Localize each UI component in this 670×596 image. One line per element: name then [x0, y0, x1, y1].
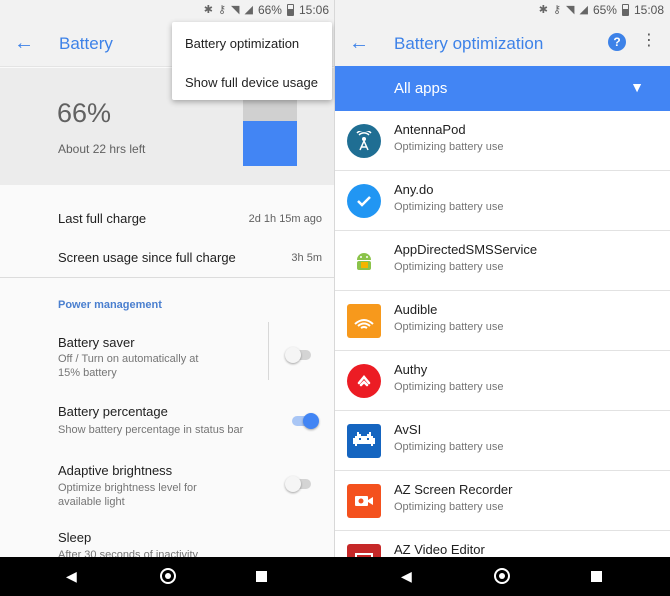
last-full-charge-label[interactable]: Last full charge: [58, 211, 146, 226]
signal-icon: ◢: [579, 4, 588, 16]
help-icon[interactable]: ?: [608, 33, 626, 51]
screen-usage-label[interactable]: Screen usage since full charge: [58, 250, 236, 265]
nav-back-icon[interactable]: ◀: [401, 567, 412, 585]
battery-settings-screen: ✱ ⚷ ◥ ◢ 66% 15:06 ← Battery 66% About 22…: [0, 0, 335, 557]
authy-app-icon: [347, 364, 381, 398]
battery-percentage-toggle[interactable]: [290, 412, 320, 430]
battery-saver-subtitle: Off / Turn on automatically at 15% batte…: [58, 353, 199, 379]
app-status: Optimizing battery use: [394, 261, 504, 273]
divider: [0, 277, 335, 278]
app-bar: ← Battery optimization ? ⋮: [335, 21, 670, 67]
camera-app-icon: [347, 484, 381, 518]
chevron-down-icon: ▼: [630, 79, 644, 95]
check-app-icon: [347, 184, 381, 218]
app-status: Optimizing battery use: [394, 321, 504, 333]
nav-recents-icon[interactable]: [256, 571, 267, 582]
app-row-avsi[interactable]: AvSI Optimizing battery use: [335, 411, 670, 471]
app-row-az-screen-recorder[interactable]: AZ Screen Recorder Optimizing battery use: [335, 471, 670, 531]
invader-app-icon: [347, 424, 381, 458]
app-row-authy[interactable]: Authy Optimizing battery use: [335, 351, 670, 411]
toggle-thumb: [303, 413, 319, 429]
app-row-audible[interactable]: Audible Optimizing battery use: [335, 291, 670, 351]
last-full-charge-value: 2d 1h 15m ago: [248, 213, 322, 225]
app-filter-dropdown[interactable]: All apps ▼: [335, 66, 670, 111]
filter-label: All apps: [394, 80, 448, 97]
app-status: Optimizing battery use: [394, 201, 504, 213]
sleep-subtitle: After 30 seconds of inactivity: [58, 549, 199, 557]
film-app-icon: [347, 544, 381, 557]
battery-percent: 66%: [57, 98, 112, 128]
navigation-bar: ◀ ◀: [0, 557, 670, 596]
clock: 15:06: [298, 3, 329, 17]
overflow-menu: Battery optimization Show full device us…: [172, 22, 332, 100]
app-row-any-do[interactable]: Any.do Optimizing battery use: [335, 171, 670, 231]
vpn-key-icon: ⚷: [552, 4, 561, 16]
menu-item-show-full-device-usage[interactable]: Show full device usage: [185, 75, 318, 90]
page-title: Battery optimization: [394, 34, 544, 53]
time-remaining: About 22 hrs left: [58, 142, 146, 156]
battery-icon: [621, 4, 629, 16]
clock: 15:08: [633, 3, 664, 17]
adaptive-brightness-subtitle: Optimize brightness level for available …: [58, 482, 197, 508]
vpn-key-icon: ⚷: [217, 4, 226, 16]
app-name: Audible: [394, 302, 438, 317]
adaptive-brightness-title[interactable]: Adaptive brightness: [58, 463, 172, 478]
app-row-antennapod[interactable]: AntennaPod Optimizing battery use: [335, 111, 670, 171]
app-row-az-video-editor[interactable]: AZ Video EditorOptimizing battery use: [335, 531, 670, 557]
app-name: Authy: [394, 362, 428, 377]
nav-home-icon[interactable]: [160, 568, 176, 584]
app-status: Optimizing battery use: [394, 141, 504, 153]
app-status: Optimizing battery use: [394, 501, 504, 513]
bluetooth-icon: ✱: [203, 4, 213, 16]
battery-percentage-subtitle: Show battery percentage in status bar: [58, 424, 244, 436]
toggle-thumb: [285, 347, 301, 363]
status-bar: ✱ ⚷ ◥ ◢ 66% 15:06: [0, 0, 335, 21]
nav-home-icon[interactable]: [494, 568, 510, 584]
back-arrow-icon[interactable]: ←: [14, 33, 34, 53]
wifi-icon: ◥: [231, 4, 240, 16]
battery-percent-text: 65%: [592, 3, 617, 17]
menu-item-battery-optimization[interactable]: Battery optimization: [185, 36, 299, 51]
app-name: Any.do: [394, 182, 434, 197]
divider: [268, 322, 269, 380]
battery-percent-text: 66%: [257, 3, 282, 17]
battery-saver-toggle[interactable]: [285, 346, 315, 364]
app-name: AppDirectedSMSService: [394, 242, 538, 257]
app-name: AntennaPod: [394, 122, 466, 137]
more-vert-icon[interactable]: ⋮: [641, 32, 657, 50]
status-bar: ✱ ⚷ ◥ ◢ 65% 15:08: [335, 0, 670, 21]
adaptive-brightness-toggle[interactable]: [285, 475, 315, 493]
back-arrow-icon[interactable]: ←: [349, 33, 369, 53]
sleep-title[interactable]: Sleep: [58, 530, 91, 545]
antenna-app-icon: [347, 124, 381, 158]
battery-level-graphic: [243, 98, 297, 166]
battery-icon: [286, 4, 294, 16]
app-row-appdirectedsmsservice[interactable]: AppDirectedSMSService Optimizing battery …: [335, 231, 670, 291]
android-app-icon: [347, 244, 381, 278]
page-title: Battery: [59, 34, 113, 53]
battery-saver-title[interactable]: Battery saver: [58, 335, 135, 350]
signal-icon: ◢: [244, 4, 253, 16]
app-name: AZ Screen Recorder: [394, 482, 513, 497]
battery-percentage-title[interactable]: Battery percentage: [58, 404, 168, 419]
audible-app-icon: [347, 304, 381, 338]
power-management-header: Power management: [58, 299, 162, 311]
nav-back-icon[interactable]: ◀: [66, 567, 77, 585]
battery-optimization-screen: ✱ ⚷ ◥ ◢ 65% 15:08 ← Battery optimization…: [335, 0, 670, 557]
app-name: AZ Video Editor: [394, 542, 485, 557]
battery-level-fill: [243, 121, 297, 166]
screen-usage-value: 3h 5m: [291, 252, 322, 264]
app-name: AvSI: [394, 422, 422, 437]
nav-recents-icon[interactable]: [591, 571, 602, 582]
wifi-icon: ◥: [566, 4, 575, 16]
app-status: Optimizing battery use: [394, 381, 504, 393]
bluetooth-icon: ✱: [538, 4, 548, 16]
app-status: Optimizing battery use: [394, 441, 504, 453]
toggle-thumb: [285, 476, 301, 492]
